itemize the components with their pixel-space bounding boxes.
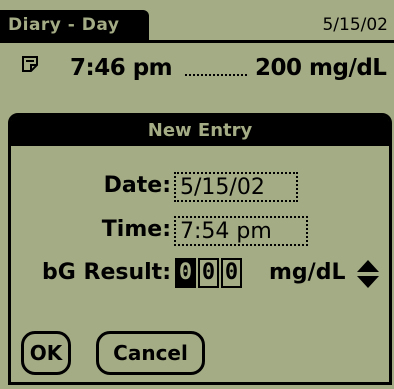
bg-digit-2[interactable]: 0 — [198, 258, 219, 288]
time-label: Time: — [101, 217, 171, 242]
unit-label: mg/dL — [269, 260, 346, 285]
time-field[interactable]: 7:54 pm — [174, 216, 308, 246]
date-label: Date: — [103, 173, 171, 198]
bg-digit-1[interactable]: 0 — [175, 258, 196, 288]
entry-leader-dots — [185, 74, 247, 76]
date-field[interactable]: 5/15/02 — [174, 172, 298, 202]
bg-digit-3[interactable]: 0 — [221, 258, 242, 288]
note-icon[interactable] — [20, 55, 42, 79]
diary-entry-row[interactable]: 7:46 pm 200 mg/dL — [18, 52, 388, 84]
new-entry-dialog: New Entry Date: 5/15/02 Time: 7:54 pm bG… — [8, 113, 392, 385]
up-down-arrow-icon[interactable] — [356, 259, 380, 293]
dialog-title: New Entry — [11, 116, 389, 146]
title-bar: Diary - Day 5/15/02 — [0, 10, 394, 43]
entry-value: 200 mg/dL — [255, 55, 387, 81]
bg-result-label: bG Result: — [42, 260, 171, 285]
app-title-menu[interactable]: Diary - Day — [0, 10, 149, 40]
palm-screen: Diary - Day 5/15/02 7:46 pm 200 mg/dL Ne… — [0, 0, 394, 389]
current-date: 5/15/02 — [322, 15, 388, 35]
cancel-button[interactable]: Cancel — [96, 331, 205, 375]
entry-time: 7:46 pm — [70, 55, 173, 81]
ok-button[interactable]: OK — [21, 331, 71, 375]
